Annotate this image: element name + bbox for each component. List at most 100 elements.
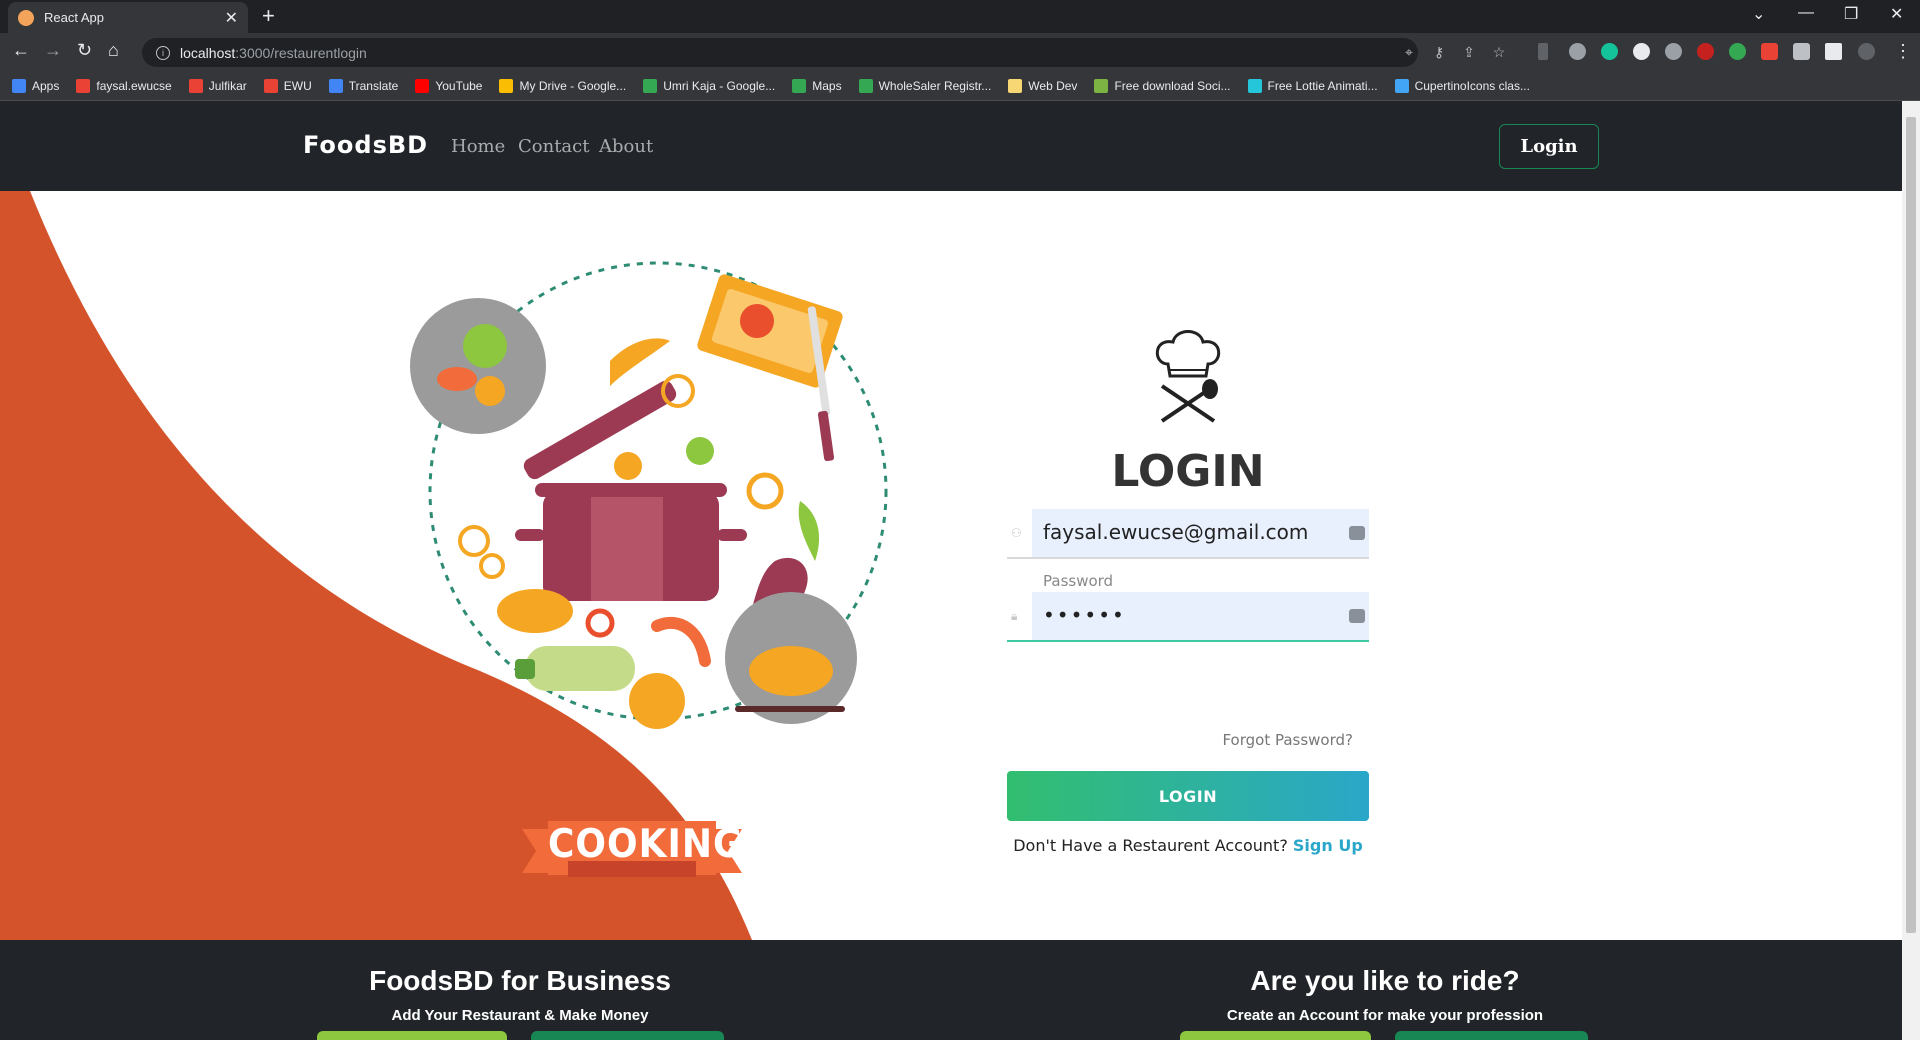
pen-icon[interactable] (1569, 43, 1586, 60)
bookmark-item[interactable]: Free Lottie Animati... (1247, 78, 1378, 93)
signup-link[interactable]: Sign Up (1293, 836, 1363, 855)
close-tab-icon[interactable]: ✕ (225, 8, 238, 28)
login-submit-button[interactable]: LOGIN (1007, 771, 1369, 821)
browser-tab[interactable]: React App ✕ (8, 2, 248, 33)
bookmark-star-icon[interactable]: ☆ (1491, 44, 1507, 60)
bookmark-label: CupertinoIcons clas... (1414, 78, 1530, 93)
bookmark-item[interactable]: Umri Kaja - Google... (643, 78, 775, 93)
close-window-icon[interactable]: ✕ (1890, 4, 1903, 24)
clock-icon[interactable] (1633, 43, 1650, 60)
bookmark-item[interactable]: faysal.ewucse (76, 78, 172, 93)
key-icon[interactable]: ⚷ (1431, 44, 1447, 60)
business-subtitle: Add Your Restaurant & Make Money (391, 1007, 649, 1024)
bookmark-favicon-icon (643, 78, 658, 93)
signup-prompt: Don't Have a Restaurent Account? Sign Up (1007, 836, 1369, 855)
extension-red-icon[interactable] (1761, 43, 1778, 60)
orange-curve-background (0, 191, 752, 940)
new-tab-button[interactable]: + (262, 5, 275, 27)
nav-link-home[interactable]: Home (451, 136, 505, 157)
bookmark-favicon-icon (1247, 78, 1262, 93)
business-button-1[interactable] (317, 1031, 507, 1040)
bookmark-favicon-icon (76, 78, 91, 93)
bookmark-item[interactable]: WholeSaler Registr... (858, 78, 991, 93)
bookmark-favicon-icon (328, 78, 343, 93)
cloud-icon[interactable] (1665, 43, 1682, 60)
scrollbar-thumb[interactable] (1906, 117, 1916, 933)
ride-title: Are you like to ride? (1250, 965, 1520, 996)
ublock-icon[interactable] (1697, 43, 1714, 60)
bookmark-favicon-icon (12, 78, 26, 93)
minimize-icon[interactable]: — (1798, 4, 1814, 22)
react-favicon-icon (18, 9, 34, 26)
password-manager-icon[interactable] (1349, 526, 1365, 540)
restore-icon[interactable]: ❐ (1844, 4, 1858, 24)
bookmark-item[interactable]: Julfikar (188, 78, 247, 93)
ride-section: Are you like to ride? Create an Account … (1185, 965, 1585, 1024)
bookmark-label: Maps (812, 78, 842, 93)
bookmark-item[interactable]: Maps (792, 78, 842, 93)
menu-dots-icon[interactable]: ⋮ (1894, 41, 1912, 62)
bookmark-favicon-icon (1008, 78, 1023, 93)
nav-link-about[interactable]: About (599, 136, 653, 157)
bookmark-item[interactable]: Web Dev (1008, 78, 1078, 93)
site-info-icon[interactable]: i (156, 45, 170, 60)
bookmark-item[interactable]: Free download Soci... (1094, 78, 1231, 93)
cooking-banner-text: COOKING (548, 821, 744, 868)
bookmark-item[interactable]: My Drive - Google... (499, 78, 627, 93)
back-icon[interactable]: ← (12, 40, 30, 61)
bookmark-label: EWU (283, 78, 312, 93)
user-icon: ⚇ (1011, 526, 1022, 540)
bookmark-item[interactable]: EWU (263, 78, 312, 93)
bookmark-label: Translate (348, 78, 399, 93)
site-navbar: FoodsBD Home Contact About Login (0, 101, 1902, 191)
tab-title: React App (44, 10, 104, 25)
bookmark-item[interactable]: CupertinoIcons clas... (1394, 78, 1530, 93)
bookmark-favicon-icon (858, 78, 873, 93)
bookmark-favicon-icon (415, 78, 430, 93)
bookmarks-bar: Apps faysal.ewucse Julfikar EWU Translate You… (0, 71, 1920, 101)
address-row: ← → ↻ ⌂ i localhost :3000/restaurentlogi… (0, 33, 1920, 71)
page-scrollbar[interactable] (1902, 101, 1920, 1040)
ride-subtitle: Create an Account for make your professi… (1226, 1007, 1544, 1024)
profile-avatar[interactable] (1858, 43, 1875, 60)
bookmark-label: Apps (32, 78, 60, 93)
bookmark-item[interactable]: YouTube (415, 78, 483, 93)
bookmark-favicon-icon (263, 78, 278, 93)
bookmark-label: Free download Soci... (1114, 78, 1231, 93)
email-input-value[interactable]: faysal.ewucse@gmail.com (1043, 520, 1308, 544)
business-title: FoodsBD for Business (369, 965, 671, 996)
ride-button-1[interactable] (1180, 1031, 1371, 1040)
reading-list-icon[interactable] (1825, 43, 1842, 60)
reload-icon[interactable]: ↻ (77, 40, 92, 61)
bookmark-label: Julfikar (208, 78, 247, 93)
chef-hat-icon (1155, 330, 1221, 423)
puzzle-icon[interactable] (1793, 43, 1810, 60)
ride-button-2[interactable] (1395, 1031, 1588, 1040)
bookmark-item[interactable]: Translate (328, 78, 399, 93)
address-bar[interactable]: i localhost :3000/restaurentlogin ⌖ ⚷ ⇪ … (142, 38, 1505, 67)
nav-link-contact[interactable]: Contact (518, 136, 589, 157)
navbar-login-button[interactable]: Login (1499, 124, 1599, 169)
bookmark-item[interactable]: Apps (12, 78, 60, 93)
email-field[interactable]: ⚇ faysal.ewucse@gmail.com (1007, 509, 1369, 559)
location-icon[interactable]: ⌖ (1401, 44, 1417, 60)
bookmark-label: Web Dev (1028, 78, 1078, 93)
browser-chrome: React App ✕ + ⌄ — ❐ ✕ ← → ↻ ⌂ i localhos… (0, 0, 1920, 101)
home-icon[interactable]: ⌂ (108, 40, 119, 61)
phone-icon[interactable] (1538, 43, 1548, 60)
password-manager-icon-2[interactable] (1349, 609, 1365, 623)
forgot-password-link[interactable]: Forgot Password? (1222, 731, 1353, 749)
password-input-value[interactable]: •••••• (1043, 603, 1126, 627)
bookmark-label: YouTube (435, 78, 483, 93)
tab-search-icon[interactable]: ⌄ (1752, 4, 1765, 24)
business-button-2[interactable] (531, 1031, 724, 1040)
bookmark-label: My Drive - Google... (519, 78, 627, 93)
signup-prompt-text: Don't Have a Restaurent Account? (1013, 836, 1288, 855)
password-field[interactable]: Password 🔒︎ •••••• (1007, 572, 1369, 642)
shield-icon[interactable] (1729, 43, 1746, 60)
forward-icon[interactable]: → (44, 40, 62, 61)
bookmark-favicon-icon (188, 78, 203, 93)
share-icon[interactable]: ⇪ (1461, 44, 1477, 60)
brand-logo[interactable]: FoodsBD (303, 131, 428, 159)
grammarly-icon[interactable] (1601, 43, 1618, 60)
